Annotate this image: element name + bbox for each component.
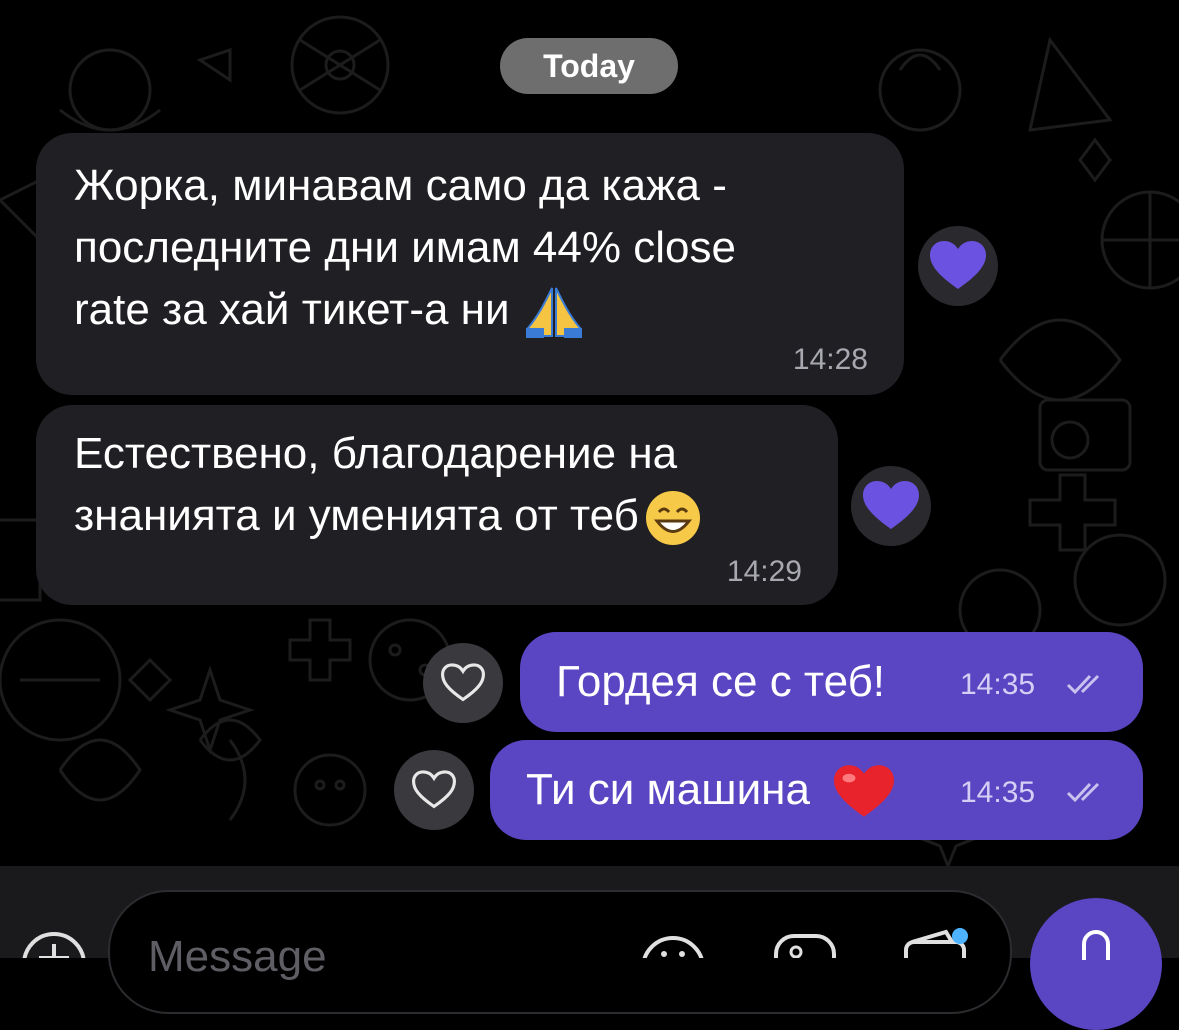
folded-hands-emoji (525, 287, 582, 339)
double-check-icon (1066, 674, 1100, 695)
emoji-icon[interactable] (638, 932, 708, 958)
grinning-face-emoji (645, 491, 700, 546)
date-separator: Today (500, 38, 678, 94)
double-check-icon (1066, 782, 1100, 803)
reaction-button[interactable] (394, 750, 474, 830)
plus-icon[interactable] (20, 928, 88, 958)
message-line: Естествено, благодарение на (74, 429, 678, 478)
message-time: 14:29 (726, 555, 802, 588)
message-bubble-incoming[interactable]: Естествено, благодарение на знанията и у… (36, 405, 838, 605)
purple-heart-icon (930, 241, 986, 289)
reaction-button[interactable] (918, 226, 998, 306)
message-bubble-incoming[interactable]: Жорка, минавам само да кажа - последните… (36, 133, 904, 395)
heart-outline-icon (412, 770, 456, 809)
reaction-button[interactable] (851, 466, 931, 546)
message-line: rate за хай тикет-а ни (74, 279, 736, 341)
message-line: знанията и уменията от теб (74, 485, 703, 548)
purple-heart-icon (863, 481, 919, 529)
message-bubble-outgoing[interactable]: Ти си машина 14:35 (490, 740, 1143, 840)
message-text: Гордея се с теб! (556, 657, 885, 706)
message-time: 14:35 (960, 668, 1036, 701)
microphone-button[interactable] (1030, 898, 1162, 1030)
message-time: 14:35 (960, 776, 1036, 809)
date-label: Today (543, 47, 635, 84)
reaction-button[interactable] (423, 643, 503, 723)
message-text: Жорка, минавам само да кажа - последните… (74, 155, 736, 341)
red-heart-emoji (834, 765, 895, 818)
microphone-icon (1082, 930, 1110, 960)
message-placeholder: Message (148, 932, 327, 981)
message-line: Жорка, минавам само да кажа - (74, 161, 727, 210)
heart-outline-icon (441, 663, 485, 702)
message-text: Ти си машина (526, 759, 895, 821)
message-text: Естествено, благодарение на знанията и у… (74, 423, 703, 548)
notification-dot (952, 928, 968, 944)
sticker-icon[interactable] (772, 932, 838, 958)
message-bubble-outgoing[interactable]: Гордея се с теб! 14:35 (520, 632, 1143, 732)
message-time: 14:28 (792, 343, 868, 376)
message-line: последните дни имам 44% close (74, 223, 736, 272)
